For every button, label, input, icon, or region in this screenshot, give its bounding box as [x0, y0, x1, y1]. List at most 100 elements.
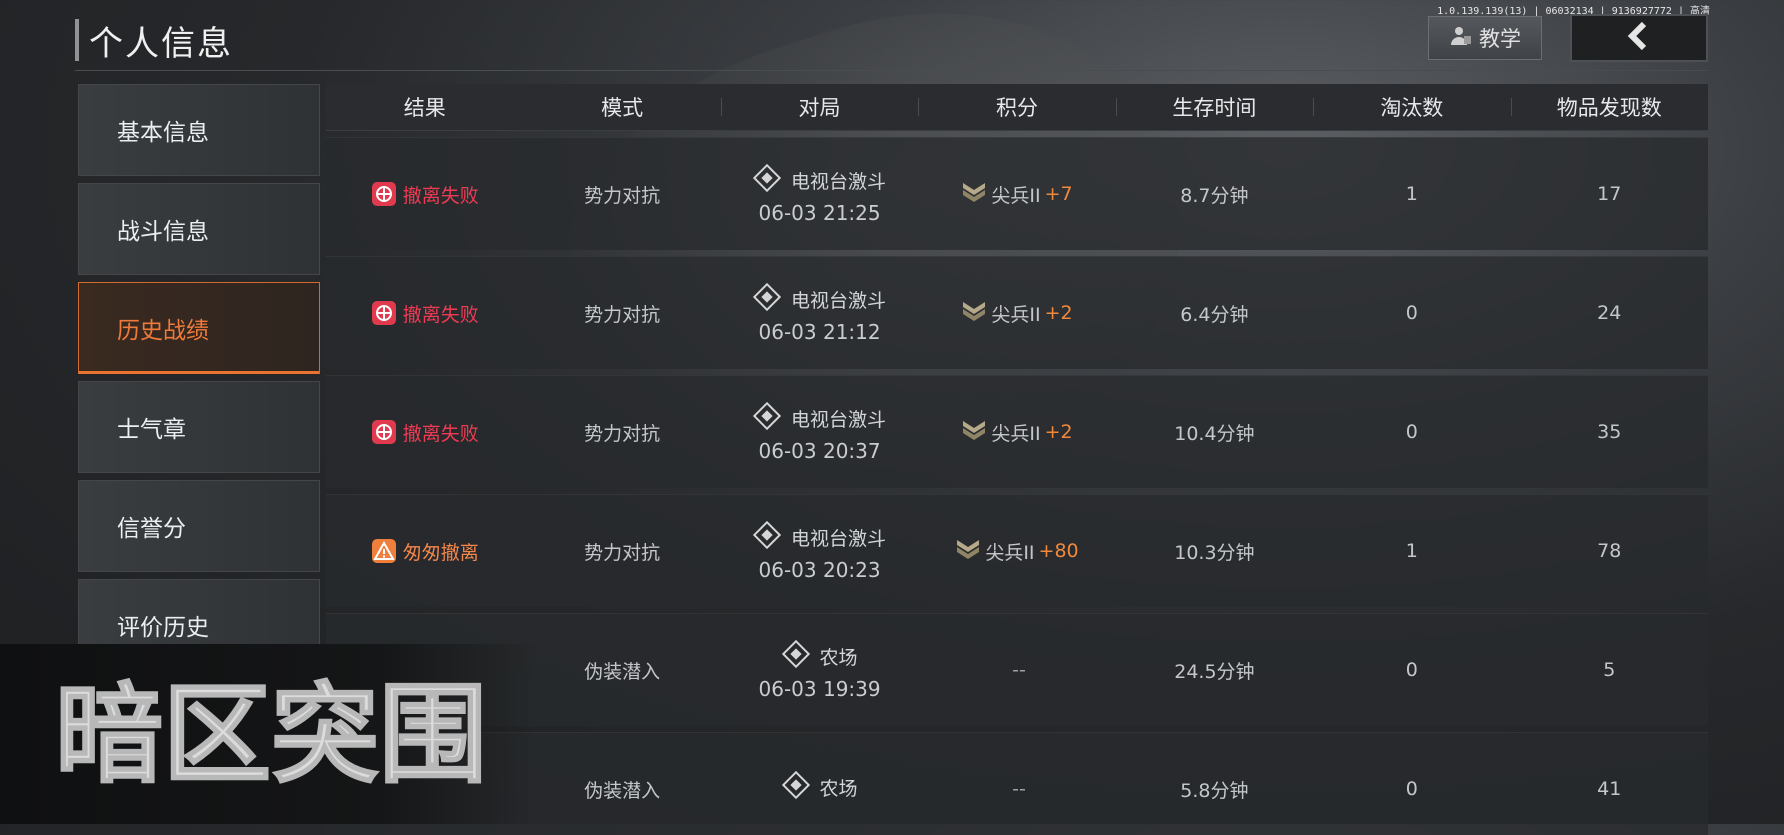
match-cell: 电视台激斗 06-03 20:37 [721, 401, 918, 463]
points-cell: -- [918, 778, 1115, 800]
items-found-cell: 41 [1597, 778, 1622, 800]
column-header-items: 物品发现数 [1510, 92, 1708, 122]
result-label: 撤离失败 [402, 303, 479, 326]
match-time: 06-03 21:25 [758, 200, 881, 225]
survival-cell: 5.8分钟 [1180, 779, 1249, 802]
kills-cell: 0 [1405, 302, 1418, 324]
extraction-failed-icon [371, 300, 397, 326]
column-header-match: 对局 [720, 92, 918, 122]
game-logo: 暗区突围 [22, 674, 520, 792]
points-value: -- [1012, 659, 1026, 681]
hurried-extraction-icon [371, 538, 397, 564]
map-diamond-icon [781, 639, 810, 673]
match-time: 06-03 19:39 [758, 676, 881, 701]
rank-chevron-icon [961, 417, 987, 448]
map-name: 电视台激斗 [791, 170, 887, 193]
points-cell: 尖兵II +80 [918, 536, 1115, 567]
map-diamond-icon [752, 282, 782, 316]
survival-cell: 6.4分钟 [1180, 303, 1249, 326]
points-cell: -- [918, 659, 1115, 681]
sidebar-item-label: 信誉分 [117, 516, 186, 542]
items-found-cell: 35 [1597, 421, 1622, 443]
rank-chevron-icon [955, 536, 981, 567]
table-row[interactable]: 撤离失败 势力对抗 电视台激斗 06-03 21:25 尖兵II +7 8.7分… [326, 137, 1708, 250]
kills-cell: 0 [1405, 778, 1418, 800]
rank-name: 尖兵II [991, 422, 1041, 445]
tutorial-icon [1449, 24, 1473, 53]
table-row[interactable]: 撤离失败 势力对抗 电视台激斗 06-03 20:37 尖兵II +2 10.4… [326, 375, 1708, 488]
survival-cell: 8.7分钟 [1180, 184, 1249, 207]
map-diamond-icon [781, 770, 810, 804]
match-time: 06-03 21:12 [758, 319, 881, 344]
match-time: 06-03 20:37 [758, 438, 881, 463]
mode-cell: 势力对抗 [584, 184, 661, 207]
map-name: 电视台激斗 [791, 289, 887, 312]
sidebar-item-label: 评价历史 [117, 615, 209, 641]
result-cell: 撤离失败 [326, 181, 523, 208]
column-header-mode: 模式 [601, 96, 644, 120]
back-button[interactable] [1570, 14, 1708, 62]
sidebar-item-credit-score[interactable]: 信誉分 [78, 480, 320, 572]
kills-cell: 0 [1405, 421, 1418, 443]
points-cell: 尖兵II +7 [918, 179, 1115, 210]
column-header-points: 积分 [918, 92, 1115, 122]
map-name: 农场 [819, 777, 858, 800]
result-label: 匆匆撤离 [402, 541, 479, 564]
column-header-survival: 生存时间 [1115, 92, 1313, 122]
result-cell: 匆匆撤离 [326, 538, 523, 565]
page-title: 个人信息 [89, 23, 233, 64]
points-value: -- [1012, 778, 1026, 800]
items-found-cell: 5 [1603, 659, 1616, 681]
points-value: +80 [1038, 540, 1079, 562]
match-cell: 电视台激斗 06-03 20:23 [721, 520, 918, 582]
mode-cell: 势力对抗 [584, 541, 661, 564]
result-label: 撤离失败 [402, 184, 479, 207]
mode-cell: 伪装潜入 [584, 779, 661, 802]
match-cell: 农场 [721, 770, 918, 808]
kills-cell: 0 [1405, 659, 1418, 681]
mode-cell: 伪装潜入 [584, 660, 661, 683]
mode-cell: 势力对抗 [584, 303, 661, 326]
survival-cell: 10.3分钟 [1174, 541, 1255, 564]
title-divider [75, 70, 1707, 71]
sidebar-item-battle-info[interactable]: 战斗信息 [78, 183, 320, 275]
map-diamond-icon [752, 520, 782, 554]
points-value: +7 [1044, 183, 1073, 205]
mode-cell: 势力对抗 [584, 422, 661, 445]
points-value: +2 [1044, 421, 1073, 443]
title-accent-bar [75, 19, 79, 61]
back-arrow-icon [1624, 21, 1654, 55]
rank-chevron-icon [961, 179, 987, 210]
result-label: 撤离失败 [402, 422, 479, 445]
survival-cell: 24.5分钟 [1174, 660, 1255, 683]
extraction-failed-icon [371, 419, 397, 445]
match-cell: 电视台激斗 06-03 21:12 [721, 282, 918, 344]
sidebar: 基本信息 战斗信息 历史战绩 士气章 信誉分 评价历史 [78, 84, 320, 678]
items-found-cell: 24 [1597, 302, 1622, 324]
result-cell: 撤离失败 [326, 300, 523, 327]
sidebar-item-label: 历史战绩 [117, 318, 209, 344]
svg-text:暗区突围: 暗区突围 [55, 674, 487, 792]
table-row[interactable]: 撤离失败 势力对抗 电视台激斗 06-03 21:12 尖兵II +2 6.4分… [326, 256, 1708, 369]
column-header-kills: 淘汰数 [1313, 92, 1510, 122]
column-header-result: 结果 [403, 96, 446, 120]
tutorial-button[interactable]: 教学 [1428, 16, 1542, 60]
result-cell: 撤离失败 [326, 419, 523, 446]
sidebar-item-match-history[interactable]: 历史战绩 [78, 282, 320, 374]
rank-name: 尖兵II [985, 541, 1035, 564]
sidebar-item-label: 士气章 [117, 417, 186, 443]
map-name: 电视台激斗 [791, 408, 887, 431]
rank-chevron-icon [961, 298, 987, 329]
extraction-failed-icon [371, 181, 397, 207]
points-cell: 尖兵II +2 [918, 417, 1115, 448]
kills-cell: 1 [1405, 540, 1418, 562]
map-name: 农场 [819, 646, 858, 669]
items-found-cell: 78 [1597, 540, 1622, 562]
table-row[interactable]: 匆匆撤离 势力对抗 电视台激斗 06-03 20:23 尖兵II +80 10.… [326, 494, 1708, 607]
sidebar-item-basic-info[interactable]: 基本信息 [78, 84, 320, 176]
kills-cell: 1 [1405, 183, 1418, 205]
rank-name: 尖兵II [991, 184, 1041, 207]
header: 个人信息 [75, 18, 233, 64]
points-cell: 尖兵II +2 [918, 298, 1115, 329]
sidebar-item-morale-badge[interactable]: 士气章 [78, 381, 320, 473]
